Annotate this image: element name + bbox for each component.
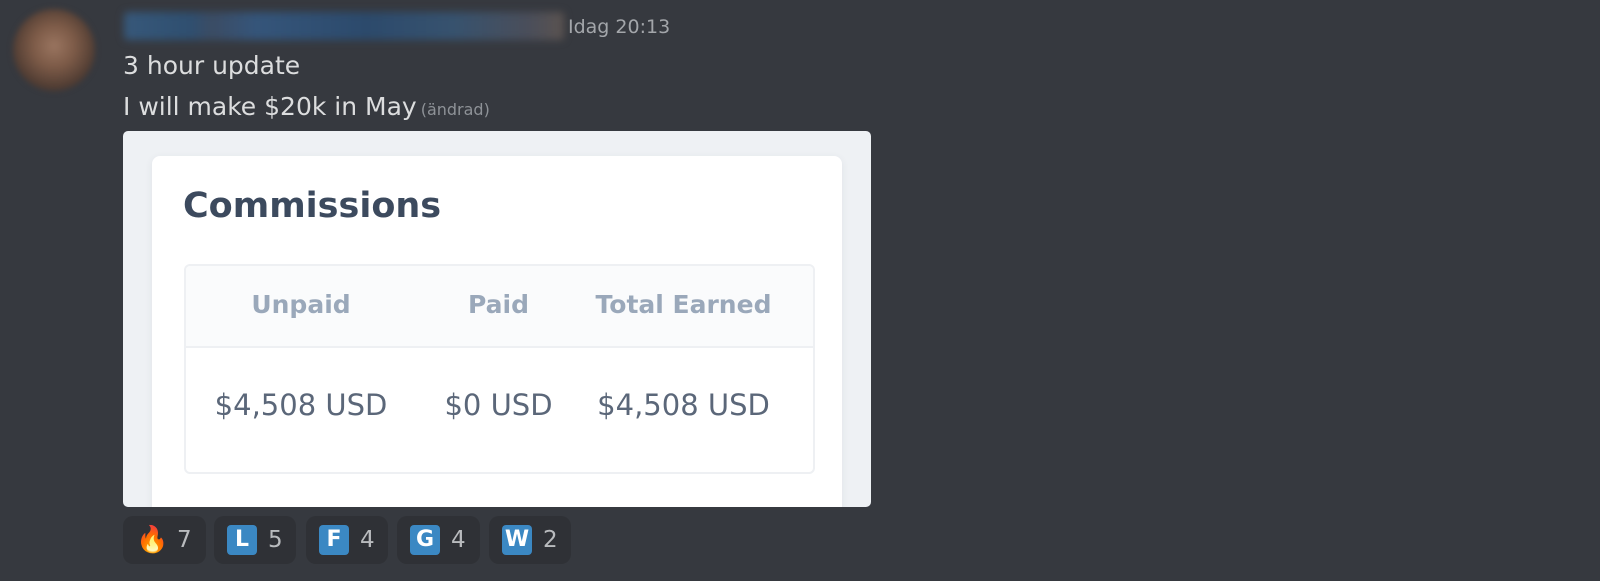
column-header-total-earned: Total Earned	[595, 290, 772, 319]
commissions-card: Commissions Unpaid Paid Total Earned $4,…	[152, 156, 842, 507]
image-attachment[interactable]: Commissions Unpaid Paid Total Earned $4,…	[123, 131, 871, 507]
value-paid: $0 USD	[444, 388, 553, 422]
fire-emoji-icon: 🔥	[136, 525, 169, 555]
commissions-table: Unpaid Paid Total Earned $4,508 USD $0 U…	[184, 264, 815, 474]
message-text-line-2: I will make $20k in May (ändrad)	[123, 91, 490, 126]
regional-indicator-l-icon: L	[227, 525, 257, 555]
reaction-count: 2	[543, 527, 558, 553]
avatar[interactable]	[13, 9, 95, 91]
value-total-earned: $4,508 USD	[597, 388, 770, 422]
column-header-paid: Paid	[468, 290, 529, 319]
regional-indicator-g-icon: G	[410, 525, 440, 555]
reaction-count: 4	[360, 527, 375, 553]
card-title: Commissions	[183, 186, 442, 226]
message-timestamp: Idag 20:13	[568, 16, 671, 38]
reaction-f[interactable]: F 4	[306, 516, 388, 564]
message-text: I will make $20k in May	[123, 92, 417, 121]
reaction-count: 7	[177, 527, 192, 553]
reaction-g[interactable]: G 4	[397, 516, 480, 564]
chat-message: Idag 20:13 3 hour update I will make $20…	[0, 0, 1600, 581]
value-unpaid: $4,508 USD	[214, 388, 388, 422]
column-header-unpaid: Unpaid	[251, 290, 351, 319]
reaction-fire[interactable]: 🔥 7	[123, 516, 206, 564]
message-text-line-1: 3 hour update	[123, 50, 300, 82]
reaction-count: 5	[268, 527, 283, 553]
regional-indicator-w-icon: W	[502, 525, 532, 555]
reaction-l[interactable]: L 5	[214, 516, 296, 564]
message-text: 3 hour update	[123, 51, 301, 80]
regional-indicator-f-icon: F	[319, 525, 349, 555]
username-blurred[interactable]	[124, 12, 564, 40]
reaction-count: 4	[451, 527, 466, 553]
reaction-w[interactable]: W 2	[489, 516, 571, 564]
edited-label: (ändrad)	[420, 100, 490, 119]
